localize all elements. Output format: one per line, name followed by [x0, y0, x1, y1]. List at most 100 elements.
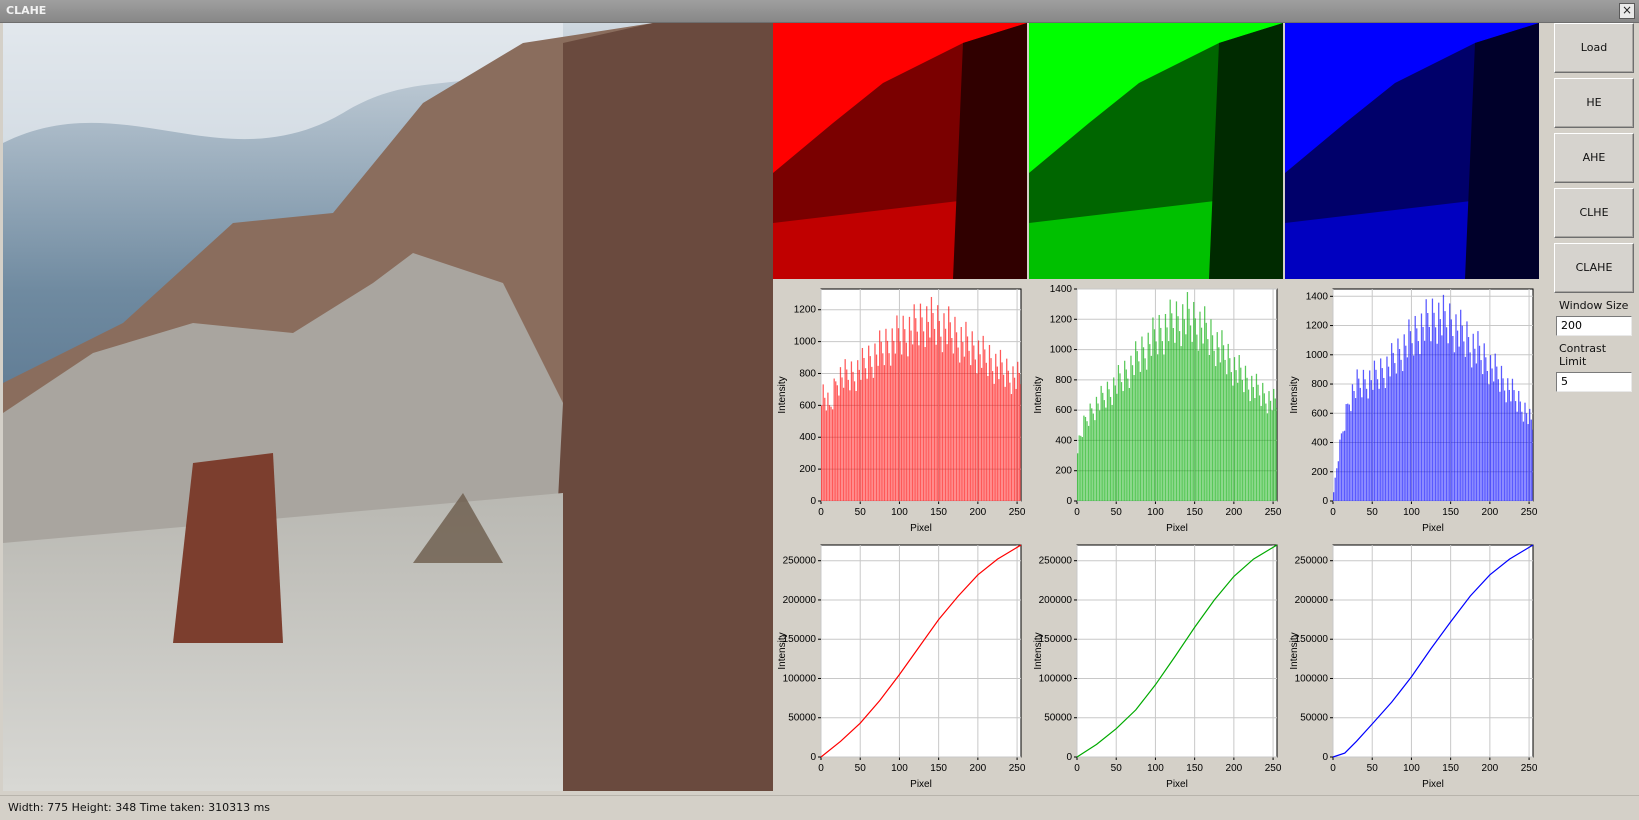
chart-svg: 0 50 100 150 200 2500500001000001500002000002…: [1289, 544, 1538, 790]
histogram-bar: [907, 356, 909, 501]
histogram-bar: [1200, 327, 1203, 501]
histogram-bar: [1141, 336, 1143, 501]
histogram-bar: [1452, 335, 1454, 501]
histogram-bar: [1359, 387, 1361, 501]
histogram-bar: [981, 367, 983, 501]
histogram-bar: [1189, 325, 1192, 501]
histogram-bar: [1091, 408, 1093, 501]
y-tick-label: 800: [799, 368, 816, 379]
histogram-bar: [1460, 309, 1462, 501]
x-tick-label: 100: [1147, 763, 1164, 774]
histogram-bar: [1086, 421, 1088, 501]
histogram-bar: [1350, 411, 1352, 501]
histogram-bar: [1348, 404, 1350, 501]
histogram-bar: [955, 332, 958, 501]
close-button[interactable]: ×: [1619, 3, 1635, 19]
histogram-bar: [1362, 369, 1365, 501]
histogram-bar: [824, 397, 826, 501]
x-tick-label: 50: [1111, 763, 1123, 774]
histogram-bar: [1263, 393, 1265, 501]
histogram-bar: [868, 345, 870, 501]
histogram-bar: [839, 367, 842, 501]
histogram-bar: [1197, 350, 1200, 501]
histogram-bar: [1095, 396, 1098, 501]
y-tick-label: 600: [799, 400, 816, 411]
y-tick-label: 400: [799, 432, 816, 443]
x-tick-label: 100: [891, 763, 908, 774]
histogram-bar: [1493, 381, 1495, 501]
histogram-bar: [1221, 330, 1223, 501]
plot-area: [1076, 544, 1278, 758]
histogram-bar: [910, 330, 912, 501]
histogram-bar: [1232, 385, 1234, 501]
histogram-bar: [996, 366, 998, 501]
clhe-button[interactable]: CLHE: [1554, 188, 1634, 238]
histogram-bar: [984, 349, 986, 501]
histogram-bar: [1109, 396, 1112, 501]
histogram-bar: [1343, 430, 1346, 501]
red-cumulative-chart: 0 50 100 150 200 250 0 50000 100000 150000 200000 2…: [773, 537, 1027, 793]
histogram-bar: [959, 362, 961, 501]
clahe-button[interactable]: CLAHE: [1554, 243, 1634, 293]
histogram-bar: [1174, 342, 1176, 501]
histogram-bar: [1125, 369, 1127, 501]
y-tick-label: 1000: [1050, 345, 1073, 356]
histogram-bar: [1233, 357, 1236, 501]
histogram-bar: [1218, 347, 1220, 501]
histogram-bar: [1461, 325, 1463, 501]
x-tick-label: 150: [1442, 507, 1459, 518]
histogram-bar: [946, 344, 948, 501]
histogram-bar: [1211, 335, 1214, 501]
histogram-bar: [993, 383, 995, 501]
histogram-bar: [888, 353, 890, 501]
histogram-bar: [1103, 400, 1105, 501]
histogram-bar: [871, 366, 873, 501]
histogram-bar: [1271, 410, 1273, 501]
he-button[interactable]: HE: [1554, 78, 1634, 128]
histogram-bar: [866, 378, 868, 501]
histogram-bar: [1370, 380, 1372, 501]
histogram-bar: [1269, 400, 1272, 501]
contrast-limit-input[interactable]: 5: [1556, 372, 1632, 392]
histogram-bar: [1106, 381, 1109, 501]
histogram-bar: [1478, 345, 1481, 501]
histogram-bar: [1394, 363, 1396, 501]
histogram-bar: [990, 358, 992, 501]
ahe-button[interactable]: AHE: [1554, 133, 1634, 183]
histogram-bar: [1119, 373, 1121, 501]
histogram-bar: [1455, 314, 1457, 501]
histogram-bar: [1138, 361, 1140, 501]
histogram-bar: [1262, 382, 1264, 501]
histogram-bar: [1160, 327, 1162, 501]
histogram-bar: [1397, 338, 1399, 501]
chart-svg: 0 50 100 150 200 250 0 200 400 600 800 1000 1200 1400…: [1033, 284, 1282, 534]
x-tick-label: 100: [1147, 507, 1164, 518]
histogram-bar: [1406, 357, 1408, 501]
histogram-bar: [1135, 341, 1137, 501]
x-tick-label: 150: [1186, 763, 1203, 774]
y-tick-label: 800: [1055, 375, 1072, 386]
y-tick-label: 200000: [1039, 595, 1073, 606]
histogram-bar: [1365, 388, 1368, 501]
histogram-bar: [1216, 332, 1218, 501]
histogram-bar: [1210, 319, 1212, 501]
histogram-bar: [1124, 360, 1126, 501]
histogram-bar: [1251, 375, 1253, 501]
histogram-bar: [861, 347, 864, 501]
histogram-bar: [1274, 398, 1276, 501]
x-axis-label: Pixel: [1166, 779, 1188, 790]
load-button[interactable]: Load: [1554, 23, 1634, 73]
histogram-bar: [1183, 319, 1185, 501]
histogram-bar: [1241, 380, 1243, 501]
histogram-bar: [1215, 366, 1217, 501]
histogram-bar: [836, 385, 838, 501]
histogram-bar: [1191, 341, 1193, 501]
histogram-bar: [943, 313, 945, 501]
histogram-bar: [844, 359, 846, 501]
histogram-bar: [1167, 341, 1170, 501]
histogram-bar: [977, 340, 980, 501]
histogram-bar: [1128, 387, 1131, 501]
histogram-bar: [926, 306, 928, 501]
window-size-input[interactable]: 200: [1556, 316, 1632, 336]
histogram-bar: [1502, 378, 1504, 501]
